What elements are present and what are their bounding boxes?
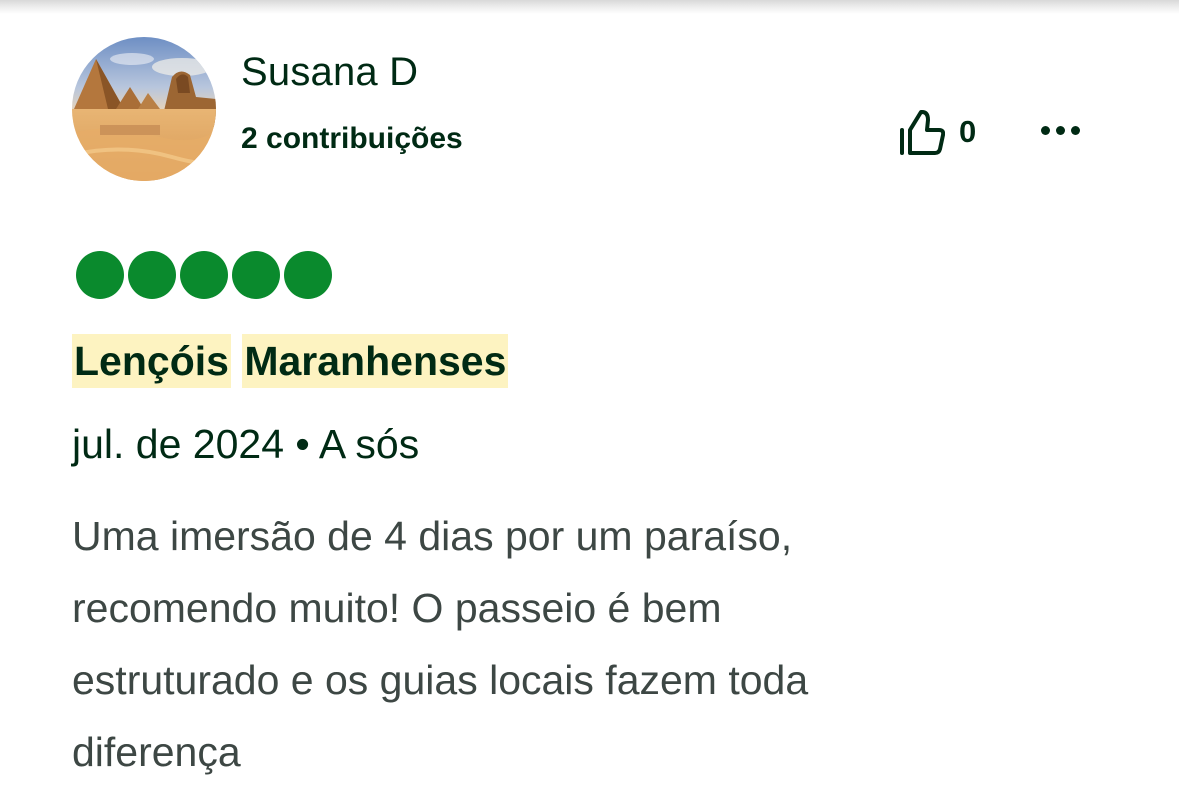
review-title-highlight-2: Maranhenses [242, 334, 509, 388]
review-text: Uma imersão de 4 dias por um paraíso, re… [72, 500, 1072, 788]
review-card: Susana D 2 contribuições 0 Lençóis Maran… [0, 0, 1179, 806]
review-title[interactable]: Lençóis Maranhenses [72, 334, 509, 388]
meta-separator: • [295, 421, 310, 467]
vote-count: 0 [959, 114, 977, 149]
review-date: jul. de 2024 [72, 421, 285, 467]
thumbs-up-icon [900, 110, 945, 155]
contribution-count: 2 contribuições [241, 122, 463, 155]
more-options-dot [1055, 125, 1065, 135]
more-options-icon [1040, 125, 1050, 135]
review-text-line: estruturado e os guias locais fazem toda [72, 657, 809, 703]
review-text-line: recomendo muito! O passeio é bem [72, 585, 722, 631]
rating-bubble-filled [232, 251, 280, 299]
rating-bubble-filled [128, 251, 176, 299]
more-options-dot [1070, 125, 1080, 135]
avatar[interactable] [72, 37, 216, 181]
helpful-vote-button[interactable]: 0 [897, 104, 976, 160]
review-meta: jul. de 2024 • A sós [72, 421, 419, 468]
avatar-pyramids-image [72, 37, 216, 181]
more-options-button[interactable] [1030, 110, 1090, 150]
review-text-line: Uma imersão de 4 dias por um paraíso, [72, 513, 793, 559]
trip-type: A sós [318, 421, 420, 467]
review-title-highlight-1: Lençóis [72, 334, 231, 388]
rating-bubbles [76, 251, 332, 299]
author-name[interactable]: Susana D [241, 50, 418, 95]
rating-bubble-filled [76, 251, 124, 299]
rating-bubble-filled [180, 251, 228, 299]
rating-bubble-filled [284, 251, 332, 299]
review-text-line: diferença [72, 729, 241, 775]
